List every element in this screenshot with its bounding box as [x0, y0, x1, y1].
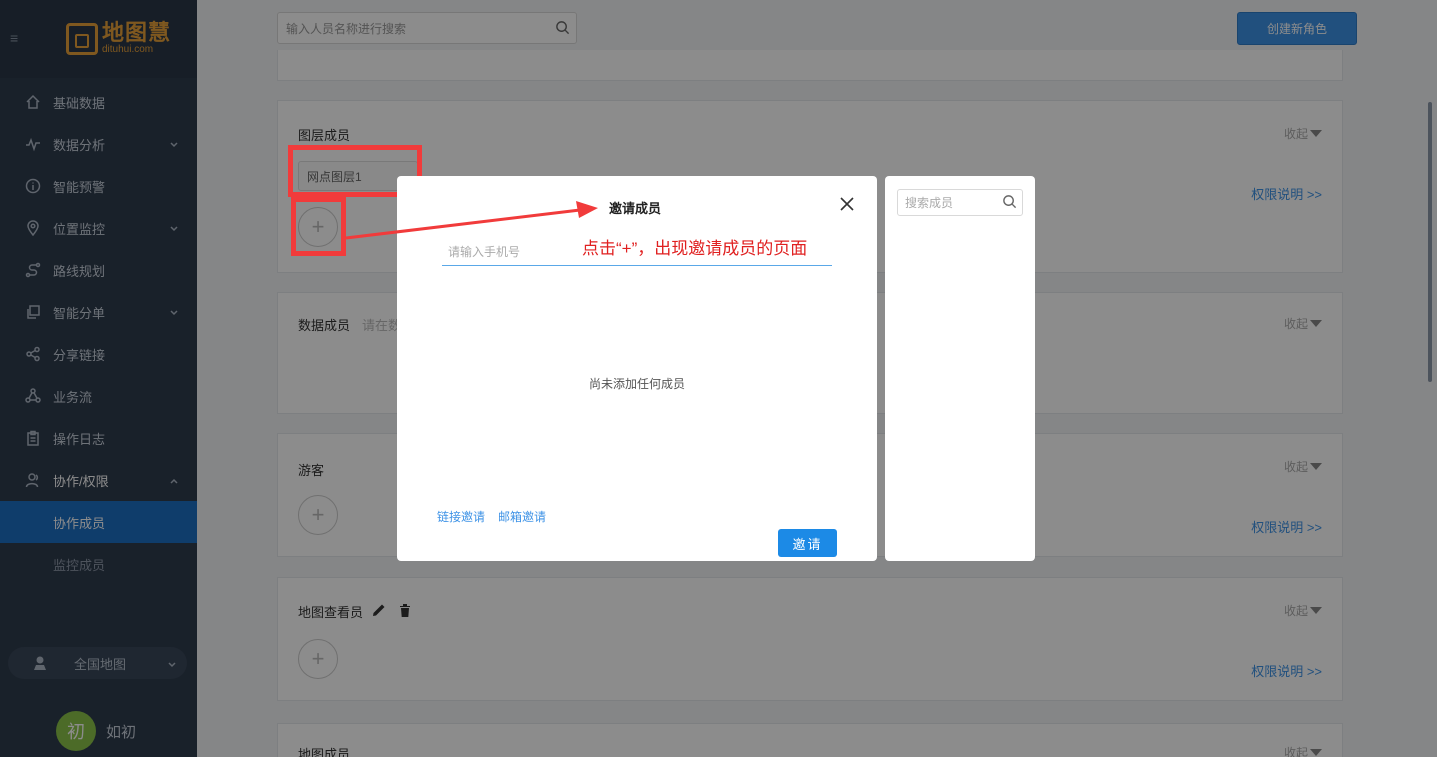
link-invite-link[interactable]: 链接邀请 — [437, 508, 485, 525]
search-icon[interactable] — [1002, 194, 1017, 212]
email-invite-link[interactable]: 邮箱邀请 — [498, 508, 546, 525]
member-search-placeholder: 搜索成员 — [905, 196, 954, 210]
annotation-text: 点击“+”，出现邀请成员的页面 — [582, 239, 808, 258]
invite-button[interactable]: 邀请 — [778, 529, 837, 557]
dialog-title: 邀请成员 — [609, 201, 662, 216]
empty-state-text: 尚未添加任何成员 — [588, 377, 685, 391]
close-icon[interactable] — [840, 197, 856, 213]
member-search-panel: 搜索成员 — [885, 176, 1035, 561]
member-search-input[interactable]: 搜索成员 — [897, 189, 1023, 216]
highlight-box-plus — [291, 197, 346, 256]
